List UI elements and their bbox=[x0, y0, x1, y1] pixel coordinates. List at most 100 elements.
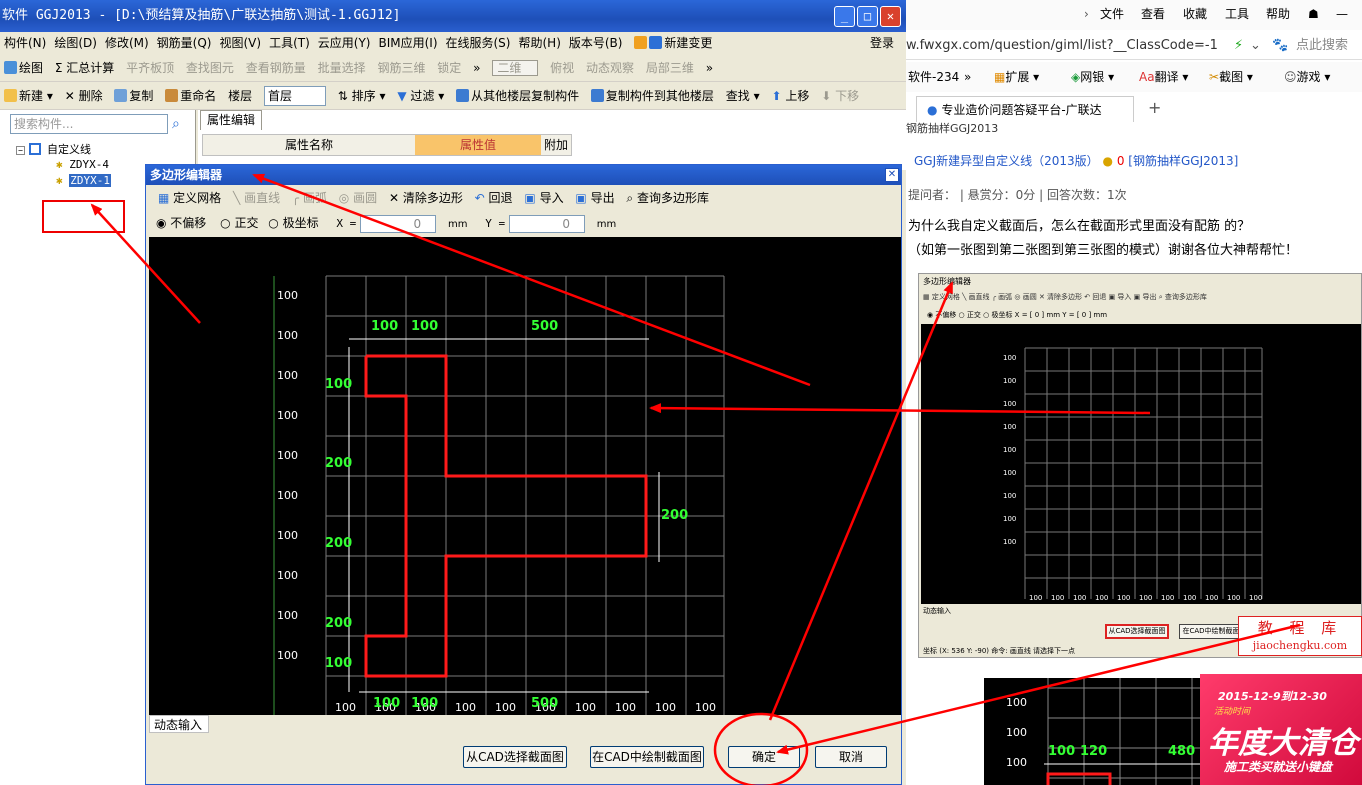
import-button[interactable]: ▣ 导入 bbox=[520, 191, 567, 205]
copy-from-floor-button[interactable]: 从其他楼层复制构件 bbox=[452, 83, 583, 109]
flush-slab-button[interactable]: 平齐板顶 bbox=[122, 55, 178, 81]
paw-icon[interactable]: 🐾 bbox=[1272, 32, 1288, 60]
batch-select-button[interactable]: 批量选择 bbox=[314, 55, 370, 81]
copy-button[interactable]: 复制 bbox=[110, 83, 157, 109]
fav-bank[interactable]: ◈网银 ▾ bbox=[1071, 62, 1114, 92]
collapse-icon[interactable]: − bbox=[16, 146, 25, 155]
lightning-icon[interactable]: ⚡ bbox=[1234, 32, 1243, 60]
top-view-button[interactable]: 俯视 bbox=[546, 55, 578, 81]
search-hint[interactable]: 点此搜索 bbox=[1296, 32, 1348, 60]
find-element-button[interactable]: 查找图元 bbox=[182, 55, 238, 81]
menu-item[interactable]: 工具(T) bbox=[265, 32, 314, 54]
rebar-3d-button[interactable]: 钢筋三维 bbox=[373, 55, 429, 81]
ad-banner[interactable]: 2015-12-9到12-30 活动时间 年度大清仓 施工类买就送小键盘 bbox=[1200, 674, 1362, 785]
tree-item[interactable]: ✱ ZDYX-4 bbox=[56, 158, 109, 171]
lock-button[interactable]: 锁定 bbox=[433, 55, 465, 81]
new-tab-button[interactable]: + bbox=[1148, 98, 1161, 117]
draw-arc-button[interactable]: ╭ 画弧 bbox=[288, 191, 331, 205]
question-image-2[interactable]: 100 100 100 100 120 480 bbox=[984, 678, 1224, 785]
menu-item[interactable]: 绘图(D) bbox=[50, 32, 101, 54]
search-input[interactable]: 搜索构件... bbox=[10, 114, 168, 134]
more-chevron-icon[interactable]: » bbox=[702, 55, 717, 81]
url-text[interactable]: w.fwxgx.com/question/giml/list?__ClassCo… bbox=[906, 32, 1218, 60]
search-icon[interactable]: ⌕ bbox=[172, 116, 180, 132]
minimize-icon[interactable]: — bbox=[1336, 0, 1348, 28]
cancel-button[interactable]: 取消 bbox=[815, 746, 887, 768]
menu-item[interactable]: 版本号(B) bbox=[565, 32, 627, 54]
clear-polygon-button[interactable]: ✕ 清除多边形 bbox=[385, 191, 467, 205]
browser-menu-file[interactable]: 文件 bbox=[1100, 0, 1124, 28]
menu-item[interactable]: 修改(M) bbox=[101, 32, 153, 54]
fav-screenshot[interactable]: ✂截图 ▾ bbox=[1209, 62, 1253, 92]
cad-draw-button[interactable]: 在CAD中绘制截面图 bbox=[590, 746, 704, 768]
move-down-button[interactable]: ⬇ 下移 bbox=[817, 83, 863, 109]
new-button[interactable]: 新建 ▾ bbox=[0, 83, 57, 109]
move-up-button[interactable]: ⬆ 上移 bbox=[767, 83, 813, 109]
login-button[interactable]: 登录 bbox=[866, 32, 898, 54]
dynamic-view-button[interactable]: 动态观察 bbox=[582, 55, 638, 81]
menu-item[interactable]: 构件(N) bbox=[0, 32, 50, 54]
ortho-radio[interactable]: ○ 正交 bbox=[210, 216, 258, 230]
fav-translate[interactable]: Aa翻译 ▾ bbox=[1139, 62, 1188, 92]
polygon-drawing[interactable] bbox=[149, 237, 901, 715]
local-3d-button[interactable]: 局部三维 bbox=[642, 55, 698, 81]
close-button[interactable]: ✕ bbox=[880, 6, 901, 27]
undo-button[interactable]: ↶ 回退 bbox=[471, 191, 517, 205]
floor-select[interactable]: 首层 bbox=[260, 83, 330, 109]
fav-games[interactable]: ☺游戏 ▾ bbox=[1284, 62, 1330, 92]
filter-icon: ▼ bbox=[397, 89, 407, 103]
no-offset-radio[interactable]: ◉ 不偏移 bbox=[146, 216, 206, 230]
thumb2-label: 100 bbox=[1006, 696, 1027, 709]
x-input[interactable]: 0 bbox=[360, 214, 437, 233]
maximize-button[interactable]: □ bbox=[857, 6, 878, 27]
tree-item-selected[interactable]: ✱ ZDYX-1 bbox=[56, 174, 111, 187]
polygon-canvas[interactable]: 100 100 100 100 100 100 100 100 100 100 100 100 100 1… bbox=[149, 237, 901, 715]
copy-to-floor-button[interactable]: 复制构件到其他楼层 bbox=[587, 83, 718, 109]
view-2d-select[interactable]: 二维 bbox=[488, 55, 542, 81]
query-polygon-lib-button[interactable]: ⌕ 查询多边形库 bbox=[622, 191, 713, 205]
new-change-button[interactable]: 新建变更 bbox=[630, 32, 716, 54]
menu-item[interactable]: 云应用(Y) bbox=[314, 32, 375, 54]
find-button[interactable]: 查找 ▾ bbox=[722, 83, 764, 109]
question-image[interactable]: 多边形编辑器 ▦ 定义网格 ╲ 画直线 ╭ 画弧 ◎ 画圆 ✕ 清除多边形 ↶ … bbox=[918, 273, 1362, 658]
polar-radio[interactable]: ○ 极坐标 bbox=[262, 216, 318, 230]
dialog-close-icon[interactable]: ✕ bbox=[885, 168, 899, 182]
menu-item[interactable]: 帮助(H) bbox=[514, 32, 564, 54]
tree-root[interactable]: − 自定义线 bbox=[16, 141, 91, 157]
menu-item[interactable]: 钢筋量(Q) bbox=[153, 32, 216, 54]
cad-select-button[interactable]: 从CAD选择截面图 bbox=[463, 746, 567, 768]
define-grid-button[interactable]: ▦ 定义网格 bbox=[146, 191, 225, 205]
draw-circle-button[interactable]: ◎ 画圆 bbox=[335, 191, 381, 205]
y-input[interactable]: 0 bbox=[508, 214, 585, 233]
question-title[interactable]: GGJ新建异型自定义线（2013版） ● 0 [钢筋抽样GGJ2013] bbox=[914, 152, 1238, 169]
sort-button[interactable]: ⇅ 排序 ▾ bbox=[334, 83, 390, 109]
fav-extension[interactable]: ▦扩展 ▾ bbox=[994, 62, 1039, 92]
more-chevron-icon[interactable]: » bbox=[964, 62, 971, 92]
delete-button[interactable]: ✕ 删除 bbox=[61, 83, 107, 109]
browser-tab[interactable]: ● 专业造价问题答疑平台-广联达 bbox=[916, 96, 1134, 122]
tab-property-edit[interactable]: 属性编辑 bbox=[200, 110, 263, 130]
rename-button[interactable]: 重命名 bbox=[161, 83, 220, 109]
export-button[interactable]: ▣ 导出 bbox=[571, 191, 618, 205]
menu-item[interactable]: BIM应用(I) bbox=[374, 32, 441, 54]
ok-button[interactable]: 确定 bbox=[728, 746, 800, 768]
filter-button[interactable]: ▼ 过滤 ▾ bbox=[393, 83, 448, 109]
address-bar[interactable]: w.fwxgx.com/question/giml/list?__ClassCo… bbox=[906, 32, 1362, 60]
draw-button[interactable]: 绘图 bbox=[0, 55, 47, 81]
breadcrumb[interactable]: 钢筋抽样GGJ2013 bbox=[906, 120, 1362, 134]
skin-icon[interactable]: ☗ bbox=[1308, 0, 1319, 28]
browser-menu-help[interactable]: 帮助 bbox=[1266, 0, 1290, 28]
menu-item[interactable]: 在线服务(S) bbox=[442, 32, 515, 54]
sum-calc-button[interactable]: Σ 汇总计算 bbox=[51, 55, 118, 81]
more-chevron-icon[interactable]: » bbox=[469, 55, 484, 81]
view-rebar-button[interactable]: 查看钢筋量 bbox=[242, 55, 310, 81]
fav-item[interactable]: 软件-234 bbox=[908, 62, 959, 92]
browser-menu-view[interactable]: 查看 bbox=[1141, 0, 1165, 28]
dynamic-input-tab[interactable]: 动态输入 bbox=[149, 715, 209, 733]
draw-line-button[interactable]: ╲ 画直线 bbox=[229, 191, 284, 205]
browser-menu-tools[interactable]: 工具 bbox=[1225, 0, 1249, 28]
minimize-button[interactable]: _ bbox=[834, 6, 855, 27]
browser-menu-favorites[interactable]: 收藏 bbox=[1183, 0, 1207, 28]
menu-item[interactable]: 视图(V) bbox=[215, 32, 265, 54]
chevron-down-icon[interactable]: ⌄ bbox=[1250, 32, 1261, 60]
